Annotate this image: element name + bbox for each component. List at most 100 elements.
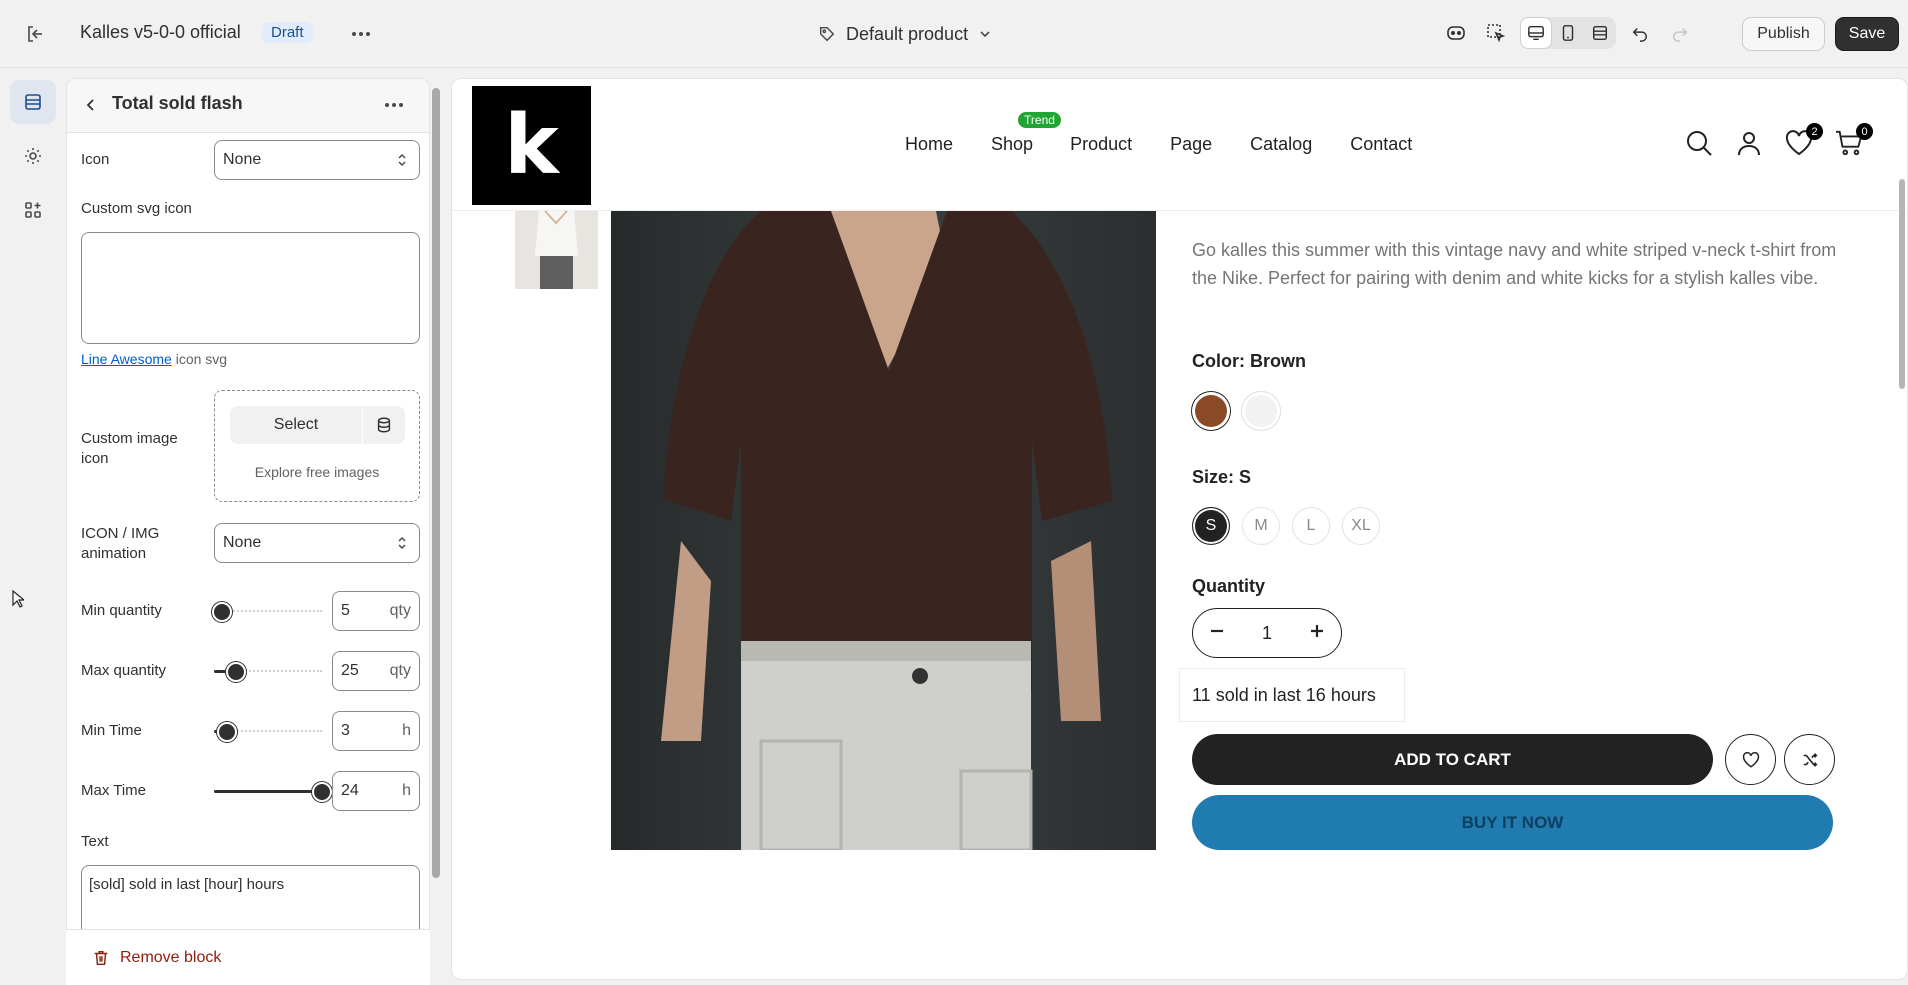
exit-icon <box>28 26 42 42</box>
preview-scrollbar[interactable] <box>1899 179 1905 389</box>
sold-hours: 16 <box>1305 684 1326 705</box>
apps-rail-button[interactable] <box>10 188 56 232</box>
sold-post: hours <box>1330 684 1376 705</box>
template-label: Default product <box>846 23 969 44</box>
nav-item-catalog[interactable]: Catalog <box>1250 134 1312 155</box>
color-swatch-white[interactable] <box>1242 392 1280 430</box>
range-thumb[interactable] <box>312 782 332 802</box>
range-label: Max quantity <box>81 662 167 679</box>
range-unit: qty <box>389 602 411 619</box>
increase-quantity-button[interactable] <box>1309 623 1325 644</box>
account-button[interactable] <box>1735 129 1763 157</box>
icon-select[interactable]: None <box>214 140 420 180</box>
buy-it-now-button[interactable]: BUY IT NOW <box>1192 795 1833 850</box>
inspector-button[interactable] <box>1480 17 1512 49</box>
plus-icon <box>1310 624 1323 637</box>
undo-button[interactable] <box>1624 17 1656 49</box>
range-label: Max Time <box>81 782 147 799</box>
model-photo <box>611 211 1156 850</box>
theme-name: Kalles v5-0-0 official <box>80 22 241 42</box>
panel-scrollbar[interactable] <box>432 88 440 878</box>
cart-button[interactable]: 0 <box>1835 123 1873 157</box>
sold-count: 11 <box>1192 684 1211 705</box>
sparkle-face-icon <box>1447 26 1465 40</box>
minus-icon <box>1211 629 1223 632</box>
nav-item-product[interactable]: Product <box>1070 134 1132 155</box>
add-to-cart-button[interactable]: ADD TO CART <box>1192 734 1713 785</box>
nav-item-page[interactable]: Page <box>1170 134 1212 155</box>
mobile-view-button[interactable] <box>1552 17 1584 49</box>
image-library-button[interactable] <box>363 406 405 444</box>
nav-item-shop[interactable]: Shop Trend <box>991 112 1061 155</box>
size-option-xl[interactable]: XL <box>1342 507 1380 545</box>
ai-assistant-button[interactable] <box>1440 17 1472 49</box>
explore-free-images-link[interactable]: Explore free images <box>215 464 419 480</box>
nav-item-contact[interactable]: Contact <box>1350 134 1412 155</box>
panel-more-button[interactable] <box>379 91 409 119</box>
color-swatch-brown[interactable] <box>1192 392 1230 430</box>
range-thumb[interactable] <box>225 662 246 682</box>
remove-block-label: Remove block <box>120 948 222 966</box>
storefront-preview: k Home Shop Trend Product Page Catalog Co… <box>451 78 1908 980</box>
redo-button[interactable] <box>1664 17 1696 49</box>
theme-more-button[interactable] <box>346 20 376 48</box>
template-picker[interactable]: Default product <box>818 20 992 48</box>
quantity-value[interactable]: 1 <box>1262 623 1272 644</box>
size-option-s[interactable]: S <box>1192 507 1230 545</box>
expand-icon <box>1592 25 1608 41</box>
shuffle-icon <box>1803 752 1817 767</box>
range-number-input[interactable]: 25 qty <box>332 651 420 691</box>
more-horizontal-icon <box>352 32 370 36</box>
product-main-image[interactable] <box>611 211 1156 850</box>
nav-item-label: Shop <box>991 134 1034 154</box>
animation-select[interactable]: None <box>214 523 420 563</box>
exit-button[interactable] <box>20 20 50 48</box>
max-quantity-row: Max quantity 25 qty <box>67 651 429 691</box>
total-sold-flash[interactable]: 11 sold in last 16 hours <box>1180 669 1404 721</box>
decrease-quantity-button[interactable] <box>1209 623 1225 644</box>
range-thumb[interactable] <box>216 722 237 742</box>
wishlist-button[interactable]: 2 <box>1785 123 1823 157</box>
remove-block-button[interactable]: Remove block <box>66 929 430 985</box>
preview-toolbar <box>1440 17 1696 49</box>
trend-badge: Trend <box>1018 112 1061 128</box>
range-value: 3 <box>341 722 350 739</box>
settings-rail-button[interactable] <box>10 134 56 178</box>
search-button[interactable] <box>1685 129 1713 157</box>
range-value: 5 <box>341 602 350 619</box>
product-description: Go kalles this summer with this vintage … <box>1192 240 1837 288</box>
line-awesome-link[interactable]: Line Awesome <box>81 351 172 367</box>
store-nav: Home Shop Trend Product Page Catalog Cont… <box>905 112 1450 155</box>
range-unit: qty <box>389 662 411 679</box>
panel-header: Total sold flash <box>67 79 429 133</box>
animation-select-value: None <box>223 534 262 551</box>
save-button[interactable]: Save <box>1835 17 1899 51</box>
range-thumb[interactable] <box>211 602 232 622</box>
range-number-input[interactable]: 3 h <box>332 711 420 751</box>
select-chevrons-icon <box>398 153 406 167</box>
select-image-button[interactable]: Select <box>230 406 362 444</box>
store-header: k Home Shop Trend Product Page Catalog Co… <box>452 79 1907 211</box>
range-fill <box>214 790 322 793</box>
range-unit: h <box>402 782 411 799</box>
add-to-wishlist-button[interactable] <box>1725 734 1776 785</box>
compare-button[interactable] <box>1784 734 1835 785</box>
select-cursor-icon <box>1487 24 1506 43</box>
product-thumbnail[interactable] <box>515 211 598 289</box>
publish-button[interactable]: Publish <box>1742 17 1825 51</box>
back-button[interactable] <box>77 91 105 119</box>
size-option-l[interactable]: L <box>1292 507 1330 545</box>
store-logo[interactable]: k <box>472 86 591 205</box>
nav-item-home[interactable]: Home <box>905 134 953 155</box>
fullwidth-view-button[interactable] <box>1584 17 1616 49</box>
range-number-input[interactable]: 5 qty <box>332 591 420 631</box>
sections-rail-button[interactable] <box>10 80 56 124</box>
status-badge: Draft <box>262 22 313 43</box>
desktop-view-button[interactable] <box>1520 17 1552 49</box>
size-option-m[interactable]: M <box>1242 507 1280 545</box>
size-label: Size: S <box>1192 467 1252 487</box>
custom-svg-label: Custom svg icon <box>81 200 192 217</box>
custom-svg-textarea[interactable] <box>81 232 420 344</box>
range-number-input[interactable]: 24 h <box>332 771 420 811</box>
image-picker: Select Explore free images <box>214 390 420 502</box>
